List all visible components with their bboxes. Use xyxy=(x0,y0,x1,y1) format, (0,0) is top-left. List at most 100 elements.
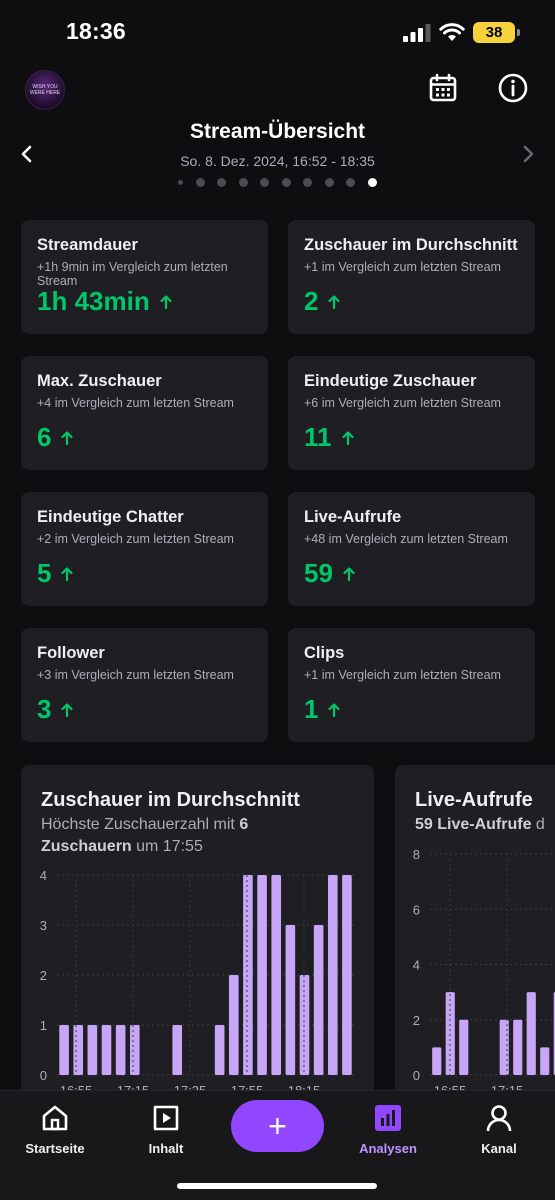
page-dot[interactable] xyxy=(324,178,334,187)
stat-value: 11 xyxy=(304,422,354,453)
bar xyxy=(459,1019,469,1075)
stat-value-text: 59 xyxy=(304,558,333,588)
stat-value-text: 5 xyxy=(37,558,52,588)
stat-card[interactable]: Eindeutige Chatter +2 im Vergleich zum le… xyxy=(21,492,268,606)
stat-card[interactable]: Live-Aufrufe +48 im Vergleich zum letzten… xyxy=(288,492,535,606)
bar xyxy=(243,875,253,1075)
stat-card[interactable]: Follower +3 im Vergleich zum letzten Stre… xyxy=(21,628,268,742)
stat-value: 59 xyxy=(304,558,355,589)
home-icon xyxy=(42,1105,68,1131)
page-dot[interactable] xyxy=(303,178,313,187)
stat-card[interactable]: Zuschauer im Durchschnitt +1 im Vergleich… xyxy=(288,220,535,334)
bar xyxy=(327,875,338,1075)
y-tick-label: 8 xyxy=(413,847,420,862)
stat-title: Eindeutige Chatter xyxy=(37,508,184,526)
stat-value: 1h 43min xyxy=(37,286,172,317)
calendar-icon[interactable] xyxy=(427,72,459,104)
arrow-up-icon xyxy=(160,294,172,309)
y-tick-label: 0 xyxy=(413,1068,420,1083)
arrow-up-icon xyxy=(328,702,341,717)
stat-comparison: +2 im Vergleich zum letzten Stream xyxy=(37,532,234,546)
info-icon[interactable] xyxy=(497,72,529,104)
page-dot[interactable] xyxy=(217,178,227,187)
page-indicator[interactable] xyxy=(0,178,555,187)
stat-title: Clips xyxy=(304,644,345,662)
arrow-up-icon xyxy=(341,430,354,445)
bar xyxy=(214,1025,225,1075)
arrow-up-icon xyxy=(61,430,74,445)
stat-comparison: +1 im Vergleich zum letzten Stream xyxy=(304,668,501,682)
page-dot[interactable] xyxy=(346,178,356,187)
analytics-icon xyxy=(375,1105,401,1131)
bar xyxy=(228,975,239,1075)
nav-startseite[interactable]: Startseite xyxy=(10,1103,100,1156)
bar xyxy=(73,1025,84,1075)
bar xyxy=(271,875,282,1075)
stat-card[interactable]: Eindeutige Zuschauer +6 im Vergleich zum … xyxy=(288,356,535,470)
stat-card[interactable]: Max. Zuschauer +4 im Vergleich zum letzte… xyxy=(21,356,268,470)
status-indicators: 38 xyxy=(403,22,520,43)
bar xyxy=(342,875,352,1075)
stat-value: 3 xyxy=(37,694,74,725)
stat-value-text: 2 xyxy=(304,286,319,316)
y-tick-label: 1 xyxy=(40,1018,47,1033)
stat-value-text: 11 xyxy=(304,422,332,452)
y-tick-label: 3 xyxy=(40,918,47,933)
page-dot[interactable] xyxy=(260,178,270,187)
stat-value-text: 3 xyxy=(37,694,52,724)
avatar-text: WISH YOU WERE HERE xyxy=(29,84,61,96)
create-button[interactable]: + xyxy=(231,1100,324,1152)
avg-viewers-chart-card[interactable]: Zuschauer im Durchschnitt Höchste Zuscha… xyxy=(21,765,374,1105)
page-dot[interactable] xyxy=(195,178,205,187)
page-dot[interactable] xyxy=(178,180,184,185)
stat-title: Eindeutige Zuschauer xyxy=(304,372,477,390)
stat-card[interactable]: Clips +1 im Vergleich zum letzten Stream 1 xyxy=(288,628,535,742)
y-tick-label: 2 xyxy=(413,1013,420,1028)
stat-value: 1 xyxy=(304,694,341,725)
stat-comparison: +48 im Vergleich zum letzten Stream xyxy=(304,532,508,546)
stat-title: Max. Zuschauer xyxy=(37,372,162,390)
stat-value-text: 6 xyxy=(37,422,52,452)
bar xyxy=(432,1047,442,1075)
stat-title: Follower xyxy=(37,644,105,662)
stat-value-text: 1h 43min xyxy=(37,286,150,316)
bar xyxy=(257,875,267,1075)
stat-value-text: 1 xyxy=(304,694,319,724)
stat-title: Live-Aufrufe xyxy=(304,508,402,526)
page-dot[interactable] xyxy=(281,178,291,187)
stat-value: 5 xyxy=(37,558,74,589)
bar xyxy=(129,1025,140,1075)
bar xyxy=(101,1025,112,1075)
stat-title: Streamdauer xyxy=(37,236,138,254)
nav-kanal[interactable]: Kanal xyxy=(454,1103,544,1156)
video-content-icon xyxy=(153,1105,179,1131)
y-tick-label: 4 xyxy=(413,958,420,973)
bar xyxy=(513,1019,523,1075)
nav-inhalt[interactable]: Inhalt xyxy=(121,1103,211,1156)
home-indicator xyxy=(177,1183,377,1189)
stat-comparison: +1 im Vergleich zum letzten Stream xyxy=(304,260,501,274)
arrow-up-icon xyxy=(61,566,74,581)
bar xyxy=(115,1025,126,1075)
bar xyxy=(87,1025,98,1075)
live-views-chart-card[interactable]: Live-Aufrufe 59 Live-Aufrufe d 0246816:5… xyxy=(395,765,555,1105)
bar xyxy=(499,1019,509,1075)
live-views-bar-chart: 0246816:5517:1517: xyxy=(413,847,555,1098)
status-time: 18:36 xyxy=(66,18,126,44)
avatar[interactable]: WISH YOU WERE HERE xyxy=(25,70,65,110)
nav-label: Startseite xyxy=(25,1141,85,1156)
nav-label: Kanal xyxy=(481,1141,517,1156)
nav-analysen[interactable]: Analysen xyxy=(343,1103,433,1156)
next-arrow-icon[interactable] xyxy=(519,145,537,163)
arrow-up-icon xyxy=(61,702,74,717)
wifi-icon xyxy=(439,23,465,41)
stat-comparison: +6 im Vergleich zum letzten Stream xyxy=(304,396,501,410)
bar xyxy=(172,1025,183,1075)
stat-card[interactable]: Streamdauer +1h 9min im Vergleich zum let… xyxy=(21,220,268,334)
stat-comparison: +1h 9min im Vergleich zum letzten Stream xyxy=(37,260,228,288)
page-dot[interactable] xyxy=(238,178,248,187)
stat-value: 2 xyxy=(304,286,341,317)
page-dot[interactable] xyxy=(367,178,377,187)
avg-viewers-bar-chart: 0123416:5517:1517:3517:5518:15 xyxy=(40,868,354,1098)
arrow-up-icon xyxy=(343,566,355,581)
